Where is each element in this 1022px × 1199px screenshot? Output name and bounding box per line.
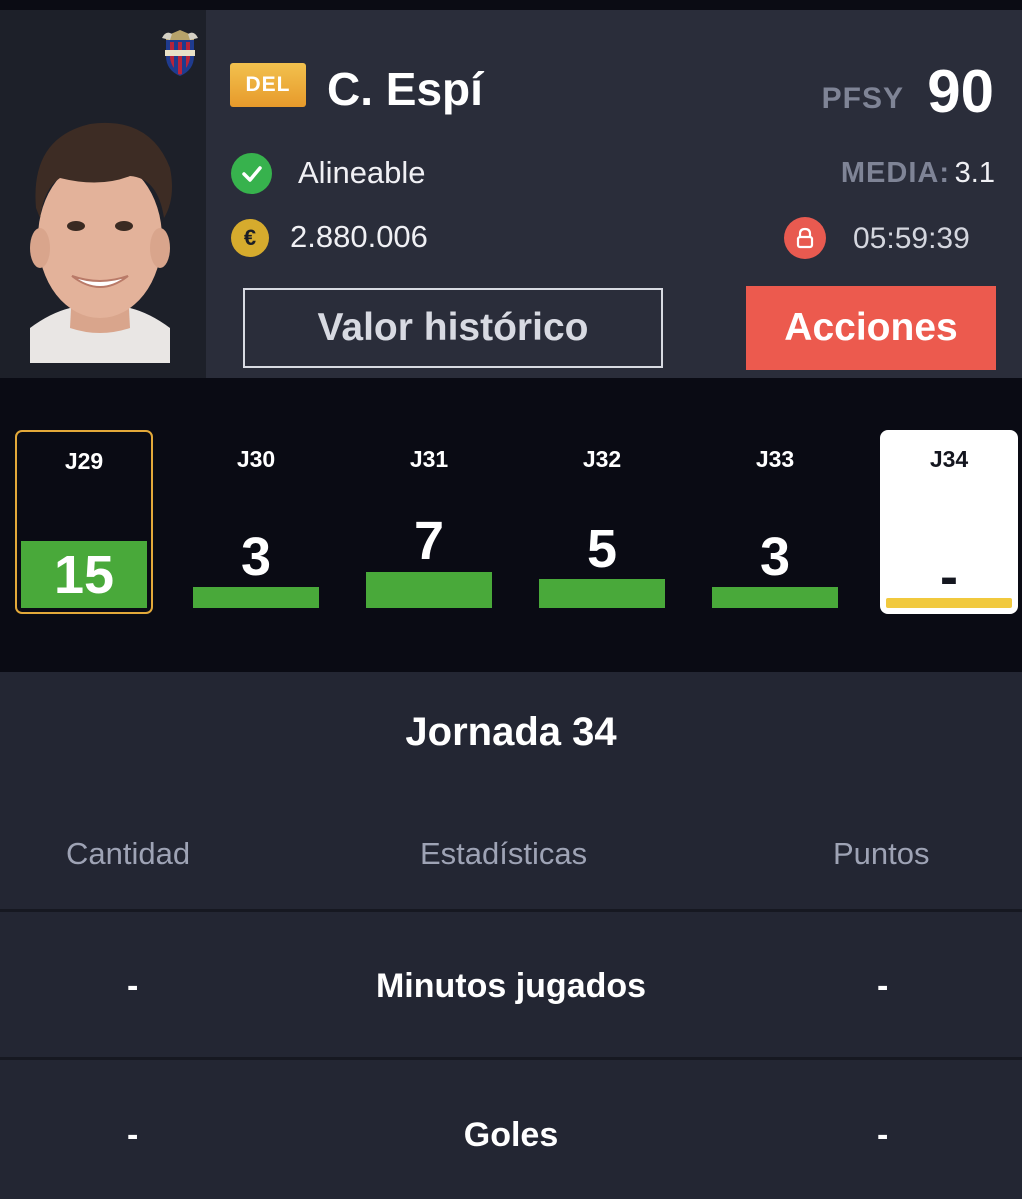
rounds-strip: J29 15 J30 3 J31 7 J32 5 J33 3 J34 - [0, 378, 1022, 672]
round-item-j29[interactable]: J29 15 [15, 430, 153, 614]
euro-coin-icon: € [231, 219, 269, 257]
round-item-j30[interactable]: J30 3 [187, 430, 325, 614]
position-badge: DEL [230, 63, 306, 107]
column-header-puntos: Puntos [833, 836, 930, 871]
media-value: 3.1 [954, 157, 995, 189]
round-points: 3 [759, 527, 791, 587]
round-item-j33[interactable]: J33 3 [706, 430, 844, 614]
round-points: 15 [53, 545, 115, 605]
round-label: J29 [64, 448, 104, 474]
top-strip [0, 0, 1022, 10]
round-item-j31[interactable]: J31 7 [360, 430, 498, 614]
row-puntos: - [877, 1116, 889, 1154]
jornada-title: Jornada 34 [405, 710, 617, 754]
round-label: J33 [755, 446, 795, 472]
divider [0, 909, 1022, 912]
pfsy-label: PFSY [821, 82, 904, 115]
column-header-estadisticas: Estadísticas [420, 836, 588, 871]
pfsy-value: 90 [927, 58, 994, 125]
player-photo [30, 122, 172, 363]
team-crest-icon [162, 30, 198, 76]
round-points: 3 [240, 527, 272, 587]
round-points: 7 [413, 511, 445, 571]
column-header-cantidad: Cantidad [66, 836, 191, 871]
market-value: 2.880.006 [290, 219, 428, 254]
round-points-bar [193, 587, 319, 608]
player-status: Alineable [298, 155, 426, 190]
player-name: C. Espí [327, 63, 483, 115]
round-points: - [940, 547, 958, 607]
row-puntos: - [877, 967, 889, 1005]
round-label: J31 [409, 446, 449, 472]
row-stat-name: Minutos jugados [375, 967, 647, 1005]
player-photo-panel [0, 10, 206, 378]
row-stat-name: Goles [463, 1116, 559, 1154]
round-label: J32 [582, 446, 622, 472]
check-icon [231, 153, 272, 194]
actions-button[interactable]: Acciones [746, 286, 996, 370]
divider [0, 1057, 1022, 1060]
lock-timer: 05:59:39 [853, 222, 970, 255]
round-points: 5 [586, 519, 618, 579]
round-points-bar [366, 572, 492, 608]
round-label: J34 [929, 446, 969, 472]
round-points-bar [539, 579, 665, 608]
round-item-j34[interactable]: J34 - [880, 430, 1018, 614]
lock-icon [784, 217, 826, 259]
history-value-button[interactable]: Valor histórico [243, 288, 663, 368]
round-item-j32[interactable]: J32 5 [533, 430, 671, 614]
player-header: DEL C. Espí PFSY 90 Alineable MEDIA: 3.1… [0, 10, 1022, 378]
round-stats-panel: Jornada 34 Cantidad Estadísticas Puntos … [0, 672, 1022, 1199]
round-points-bar [712, 587, 838, 608]
round-label: J30 [236, 446, 276, 472]
media-label: MEDIA: [840, 157, 950, 189]
